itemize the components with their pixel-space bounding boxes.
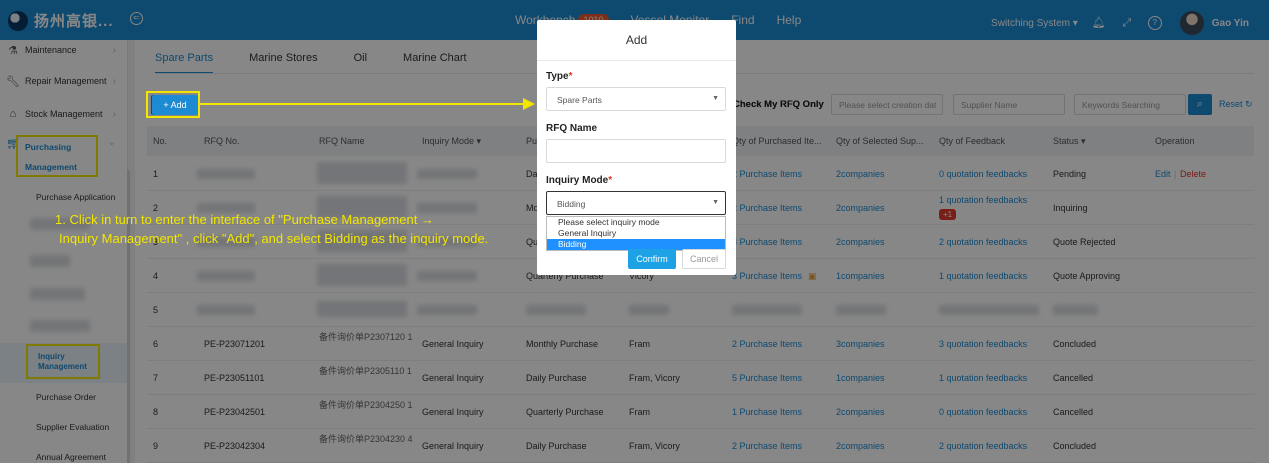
inquiry-mode-select[interactable]: Bidding ▼ [546, 191, 726, 215]
inquiry-mode-dropdown: Please select inquiry mode General Inqui… [546, 216, 726, 251]
check-my-rfq-label-overlay[interactable]: Check My RFQ Only [733, 99, 824, 110]
inquiry-mode-label: Inquiry Mode* [546, 175, 612, 186]
type-label-text: Type [546, 71, 569, 82]
instruction-line-1: 1. Click in turn to enter the interface … [55, 212, 434, 227]
required-marker: * [568, 71, 573, 82]
cancel-button[interactable]: Cancel [682, 249, 726, 269]
pointer-arrow-line [200, 103, 525, 105]
inquiry-mode-label-text: Inquiry Mode [546, 175, 609, 186]
inquiry-mode-select-value: Bidding [557, 199, 586, 209]
add-button-highlighted[interactable]: + Add [152, 95, 198, 115]
caret-down-icon: ▼ [712, 199, 719, 206]
add-dialog: Add Type* Spare Parts ▼ RFQ Name Inquiry… [537, 20, 736, 275]
dialog-title: Add [625, 33, 648, 47]
instruction-line-2: Inquiry Management" , click "Add", and s… [59, 231, 489, 246]
option-general-inquiry[interactable]: General Inquiry [547, 228, 725, 239]
confirm-button[interactable]: Confirm [628, 249, 676, 269]
rfq-name-input[interactable] [546, 139, 726, 163]
rfq-name-label: RFQ Name [546, 123, 598, 134]
caret-down-icon: ▼ [712, 95, 719, 102]
dialog-divider [537, 60, 736, 61]
option-placeholder[interactable]: Please select inquiry mode [547, 217, 725, 228]
instruction-text: 1. Click in turn to enter the interface … [55, 210, 488, 248]
type-select[interactable]: Spare Parts ▼ [546, 87, 726, 111]
type-select-value: Spare Parts [557, 95, 602, 105]
type-label: Type* [546, 71, 573, 82]
required-marker: * [608, 175, 613, 186]
arrow-right-icon [523, 98, 535, 110]
